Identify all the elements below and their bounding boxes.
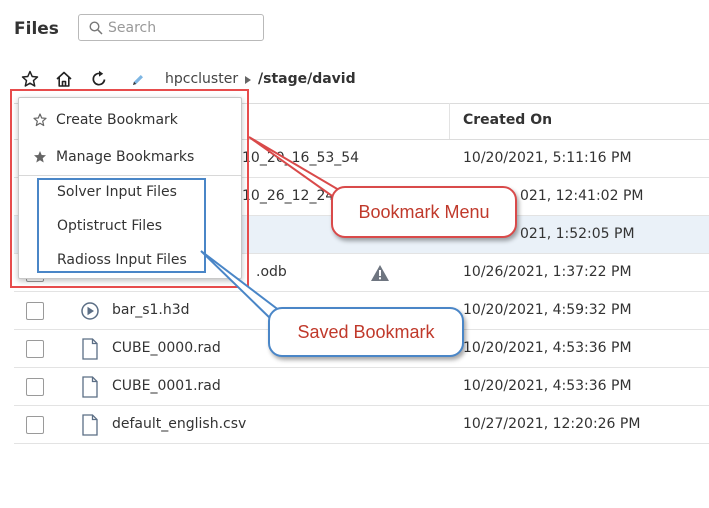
created-date: 10/20/2021, 4:53:36 PM <box>463 340 632 356</box>
file-icon <box>82 414 98 436</box>
star-outline-icon[interactable] <box>21 70 39 88</box>
created-date: 021, 12:41:02 PM <box>520 188 644 204</box>
table-row[interactable]: default_english.csv 10/27/2021, 12:20:26… <box>14 406 709 444</box>
file-name[interactable]: CUBE_0001.rad <box>112 378 221 394</box>
file-name[interactable]: 10_20_16_53_54 <box>242 150 359 166</box>
row-checkbox[interactable] <box>26 378 44 396</box>
column-divider <box>449 103 450 139</box>
search-icon <box>89 20 103 35</box>
search-box[interactable] <box>78 14 264 41</box>
file-name[interactable]: 10_26_12_24_ <box>242 188 341 204</box>
page-title: Files <box>14 19 59 39</box>
refresh-icon[interactable] <box>90 70 108 88</box>
row-checkbox[interactable] <box>26 340 44 358</box>
table-row[interactable]: CUBE_0001.rad 10/20/2021, 4:53:36 PM <box>14 368 709 406</box>
chevron-right-icon <box>245 76 251 84</box>
created-on-header[interactable]: Created On <box>463 112 552 128</box>
breadcrumb-server[interactable]: hpccluster <box>165 71 238 87</box>
file-icon <box>82 376 98 398</box>
created-date: 10/20/2021, 4:53:36 PM <box>463 378 632 394</box>
file-name[interactable]: bar_s1.h3d <box>112 302 190 318</box>
search-input[interactable] <box>108 19 258 36</box>
file-name[interactable]: .odb <box>256 264 287 280</box>
created-date: 021, 1:52:05 PM <box>520 226 635 242</box>
edit-pencil-icon[interactable] <box>131 73 145 87</box>
home-icon[interactable] <box>55 70 73 88</box>
saved-bookmarks-highlight <box>37 178 206 273</box>
row-checkbox[interactable] <box>26 416 44 434</box>
play-file-icon <box>81 302 99 320</box>
created-date: 10/20/2021, 4:59:32 PM <box>463 302 632 318</box>
file-name[interactable]: CUBE_0000.rad <box>112 340 221 356</box>
bookmark-menu-callout: Bookmark Menu <box>331 186 517 238</box>
file-name[interactable]: default_english.csv <box>112 416 246 432</box>
created-date: 10/26/2021, 1:37:22 PM <box>463 264 632 280</box>
created-date: 10/20/2021, 5:11:16 PM <box>463 150 632 166</box>
saved-bookmark-callout: Saved Bookmark <box>268 307 464 357</box>
warning-icon <box>371 265 389 281</box>
file-icon <box>82 338 98 360</box>
row-checkbox[interactable] <box>26 302 44 320</box>
breadcrumb-current-path: /stage/david <box>258 71 356 87</box>
created-date: 10/27/2021, 12:20:26 PM <box>463 416 641 432</box>
